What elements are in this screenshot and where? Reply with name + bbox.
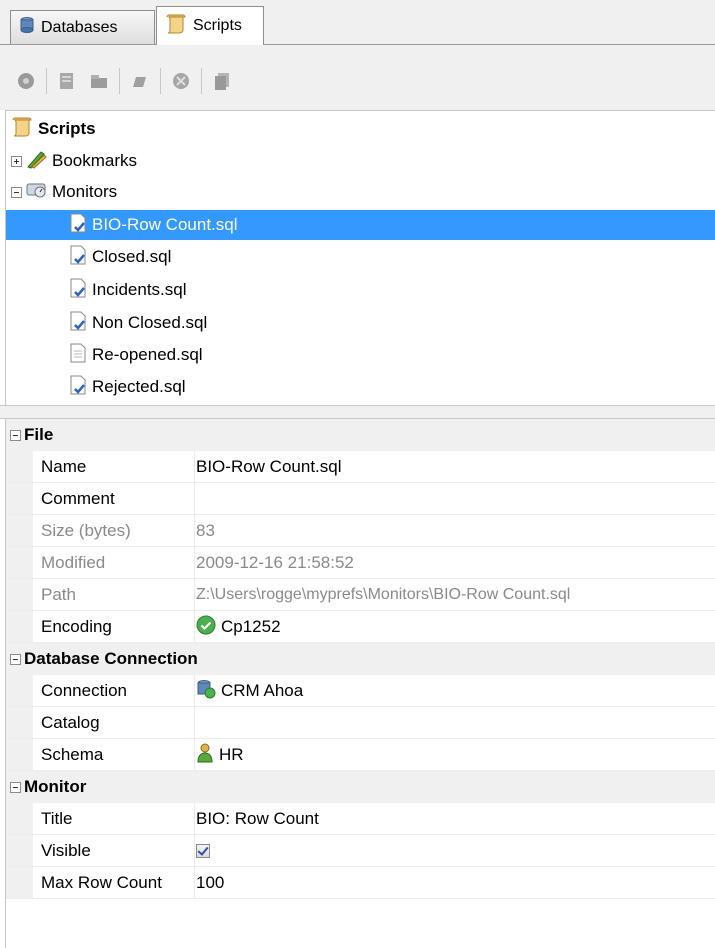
property-comment[interactable]: Comment bbox=[6, 483, 715, 515]
modified-value: 2009-12-16 21:58:52 bbox=[196, 553, 354, 572]
toolbar-separator bbox=[201, 68, 202, 94]
new-folder-icon[interactable] bbox=[87, 69, 111, 93]
tab-label: Databases bbox=[41, 18, 118, 36]
property-name[interactable]: Name BIO-Row Count.sql bbox=[6, 451, 715, 483]
check-circle-icon bbox=[196, 615, 216, 640]
tree-item-file-1[interactable]: Closed.sql bbox=[6, 242, 171, 272]
tree-item-file-4[interactable]: Re-opened.sql bbox=[6, 340, 203, 370]
toolbar-separator bbox=[46, 68, 47, 94]
category-file[interactable]: File bbox=[6, 419, 715, 451]
copy-icon[interactable] bbox=[210, 69, 234, 93]
tree-item-file-5[interactable]: Rejected.sql bbox=[6, 372, 186, 402]
tree-item-file-3[interactable]: Non Closed.sql bbox=[6, 308, 207, 338]
name-value[interactable]: BIO-Row Count.sql bbox=[196, 451, 342, 483]
size-value: 83 bbox=[196, 521, 215, 540]
sql-file-icon bbox=[69, 375, 87, 400]
tree-item-file-0[interactable]: BIO-Row Count.sql bbox=[6, 210, 715, 240]
tree-root[interactable]: Scripts bbox=[11, 114, 96, 144]
title-value[interactable]: BIO: Row Count bbox=[196, 803, 319, 835]
user-icon bbox=[196, 743, 214, 768]
sql-file-icon bbox=[69, 278, 87, 303]
max-row-count-value[interactable]: 100 bbox=[196, 867, 224, 899]
plain-file-icon bbox=[69, 343, 87, 368]
property-max-row-count[interactable]: Max Row Count 100 bbox=[6, 867, 715, 899]
tree-item-file-2[interactable]: Incidents.sql bbox=[6, 275, 187, 305]
toolbar-separator bbox=[119, 68, 120, 94]
property-grid: File Name BIO-Row Count.sql Comment Size… bbox=[5, 419, 715, 948]
database-icon bbox=[19, 16, 35, 39]
tab-divider bbox=[0, 44, 715, 45]
toolbar bbox=[0, 52, 715, 110]
edit-icon[interactable] bbox=[128, 69, 152, 93]
tab-databases[interactable]: Databases bbox=[10, 10, 155, 44]
toolbar-separator bbox=[160, 68, 161, 94]
schema-value: HR bbox=[219, 745, 244, 764]
sql-file-icon bbox=[69, 245, 87, 270]
property-modified: Modified 2009-12-16 21:58:52 bbox=[6, 547, 715, 579]
expand-icon[interactable] bbox=[11, 155, 22, 167]
category-monitor[interactable]: Monitor bbox=[6, 771, 715, 803]
tree-node-bookmarks[interactable]: Bookmarks bbox=[11, 146, 137, 176]
property-encoding[interactable]: Encoding Cp1252 bbox=[6, 611, 715, 643]
property-schema[interactable]: Schema HR bbox=[6, 739, 715, 771]
tree-node-monitors[interactable]: Monitors bbox=[11, 177, 117, 207]
splitter-handle[interactable] bbox=[0, 405, 715, 419]
monitor-icon bbox=[25, 180, 47, 205]
sql-file-icon bbox=[69, 213, 87, 238]
property-visible[interactable]: Visible bbox=[6, 835, 715, 867]
delete-icon[interactable] bbox=[169, 69, 193, 93]
encoding-value: Cp1252 bbox=[221, 617, 281, 636]
tab-label: Scripts bbox=[193, 17, 242, 34]
collapse-icon[interactable] bbox=[10, 781, 21, 793]
visible-checkbox[interactable] bbox=[196, 844, 210, 858]
property-size: Size (bytes) 83 bbox=[6, 515, 715, 547]
property-path: Path Z:\Users\rogge\myprefs\Monitors\BIO… bbox=[6, 579, 715, 611]
category-database-connection[interactable]: Database Connection bbox=[6, 643, 715, 675]
path-value: Z:\Users\rogge\myprefs\Monitors\BIO-Row … bbox=[196, 586, 571, 603]
collapse-icon[interactable] bbox=[10, 653, 21, 665]
property-catalog[interactable]: Catalog bbox=[6, 707, 715, 739]
refresh-icon[interactable] bbox=[14, 69, 38, 93]
scroll-icon bbox=[165, 14, 187, 39]
database-connection-icon bbox=[196, 679, 216, 704]
collapse-icon[interactable] bbox=[10, 429, 21, 441]
tab-strip: Databases Scripts bbox=[0, 0, 715, 52]
scripts-tree: Scripts Bookmarks Monitors BIO-Row Count… bbox=[5, 110, 715, 405]
new-script-icon[interactable] bbox=[55, 69, 79, 93]
property-title[interactable]: Title BIO: Row Count bbox=[6, 803, 715, 835]
collapse-icon[interactable] bbox=[11, 186, 22, 198]
connection-value: CRM Ahoa bbox=[221, 681, 304, 700]
sql-file-icon bbox=[69, 311, 87, 336]
tab-scripts[interactable]: Scripts bbox=[156, 6, 264, 45]
property-connection[interactable]: Connection CRM Ahoa bbox=[6, 675, 715, 707]
scroll-icon bbox=[11, 117, 33, 142]
bookmarks-icon bbox=[25, 149, 47, 174]
